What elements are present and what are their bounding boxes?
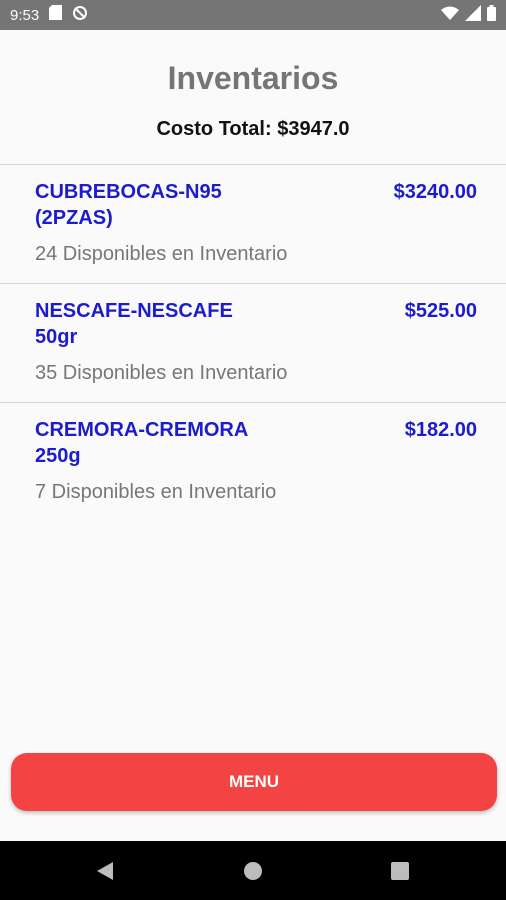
sd-card-icon xyxy=(49,5,63,25)
wifi-icon xyxy=(441,6,459,25)
navigation-bar xyxy=(0,841,506,900)
item-stock: 35 Disponibles en Inventario xyxy=(35,362,288,384)
status-time: 9:53 xyxy=(10,6,40,24)
home-icon[interactable] xyxy=(213,841,293,900)
list-item[interactable]: NESCAFE-NESCAFE 50gr $525.00 35 Disponib… xyxy=(0,283,506,402)
back-icon[interactable] xyxy=(65,841,145,900)
item-stock: 7 Disponibles en Inventario xyxy=(35,481,277,503)
item-stock: 24 Disponibles en Inventario xyxy=(35,243,288,265)
status-right xyxy=(441,4,496,26)
menu-button[interactable]: MENU xyxy=(11,753,497,811)
item-price: $525.00 xyxy=(404,300,477,322)
list-item[interactable]: CREMORA-CREMORA 250g $182.00 7 Disponibl… xyxy=(0,402,506,521)
item-name: NESCAFE-NESCAFE 50gr xyxy=(35,300,233,348)
signal-icon xyxy=(465,4,481,26)
inventory-list: CUBREBOCAS-N95 (2PZAS) $3240.00 24 Dispo… xyxy=(0,164,506,521)
item-price: $182.00 xyxy=(404,419,477,441)
total-cost: Costo Total: $3947.0 xyxy=(156,118,350,140)
battery-icon xyxy=(487,4,496,26)
status-left: 9:53 xyxy=(10,5,88,26)
item-name: CREMORA-CREMORA 250g xyxy=(35,419,248,467)
item-name: CUBREBOCAS-N95 (2PZAS) xyxy=(35,181,222,229)
page-title: Inventarios xyxy=(167,60,339,96)
item-price: $3240.00 xyxy=(393,181,477,203)
sync-disabled-icon xyxy=(72,5,88,26)
list-item[interactable]: CUBREBOCAS-N95 (2PZAS) $3240.00 24 Dispo… xyxy=(0,164,506,283)
recents-icon[interactable] xyxy=(360,841,440,900)
status-bar: 9:53 xyxy=(0,0,506,30)
